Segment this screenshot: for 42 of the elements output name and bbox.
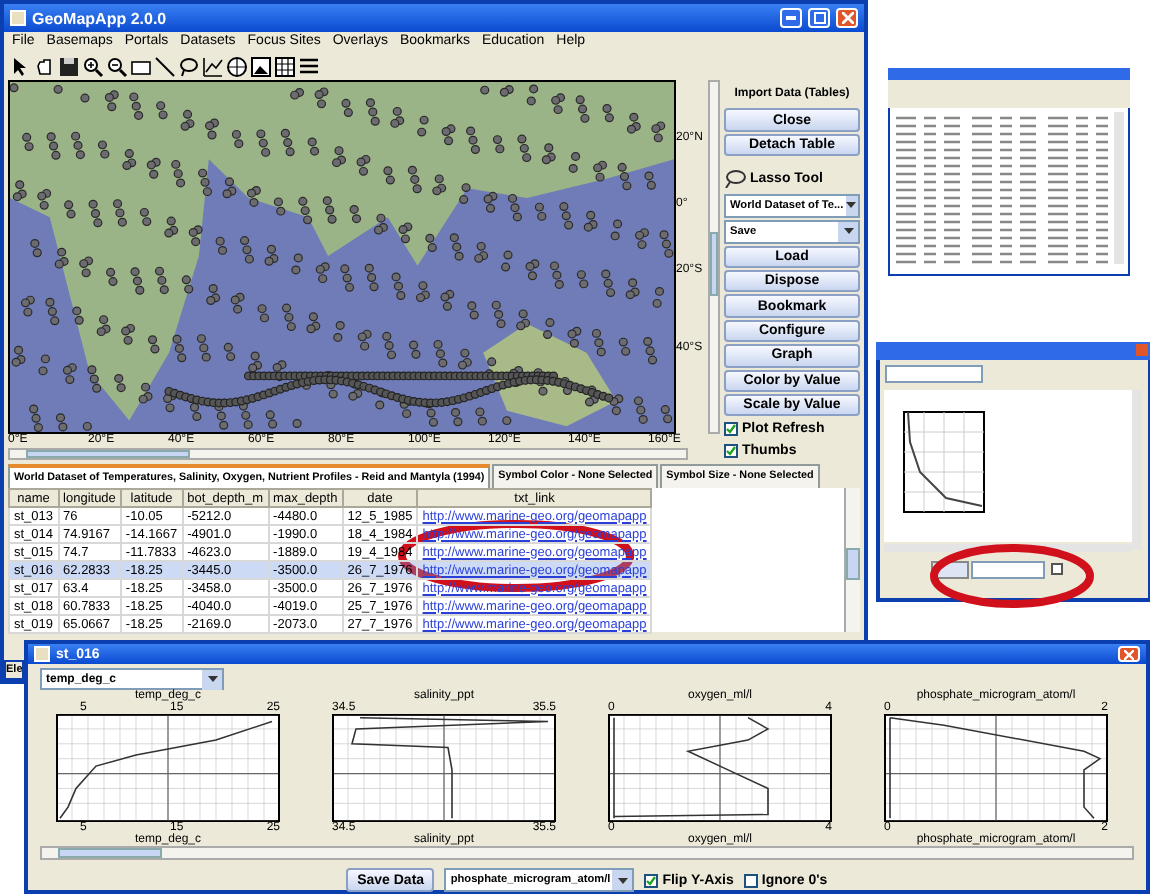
save-icon <box>58 56 80 78</box>
close-icon <box>1124 649 1134 659</box>
zoom-out-icon <box>106 56 128 78</box>
vertical-scrollbar[interactable] <box>844 488 860 632</box>
lasso-icon <box>178 56 200 78</box>
caret-icon <box>617 877 628 883</box>
grid-icon <box>274 56 296 78</box>
toolbar-button[interactable] <box>58 56 80 78</box>
horizontal-scrollbar[interactable] <box>8 448 688 460</box>
maximize-icon <box>813 12 825 24</box>
check-icon <box>646 875 657 885</box>
close-icon <box>841 12 853 24</box>
close-button[interactable] <box>1118 646 1140 662</box>
chart-icon <box>202 56 224 78</box>
toolbar-button[interactable] <box>202 56 224 78</box>
window-title: GeoMapApp 2.0.0 <box>32 9 169 27</box>
toolbar-button[interactable] <box>274 56 296 78</box>
caret-icon <box>846 202 857 208</box>
minimize-icon <box>786 16 796 20</box>
close-button[interactable] <box>836 8 858 28</box>
line-icon <box>154 56 176 78</box>
rectangle-icon <box>130 56 152 78</box>
toolbar-button[interactable] <box>154 56 176 78</box>
app-icon <box>34 646 50 662</box>
image-icon <box>250 56 272 78</box>
toolbar-button[interactable] <box>130 56 152 78</box>
maximize-button[interactable] <box>808 8 830 28</box>
caret-icon <box>843 228 853 234</box>
map-drawing[interactable] <box>8 80 676 434</box>
lasso-icon <box>724 170 746 189</box>
horizontal-scrollbar[interactable] <box>40 846 1134 860</box>
toolbar-button[interactable] <box>178 56 200 78</box>
toolbar-button[interactable] <box>106 56 128 78</box>
caret-icon <box>207 676 217 682</box>
toolbar-button[interactable] <box>82 56 104 78</box>
minimize-button[interactable] <box>780 8 802 28</box>
vertical-scrollbar[interactable] <box>708 80 720 434</box>
toolbar-button[interactable] <box>250 56 272 78</box>
toolbar-button[interactable] <box>298 56 320 78</box>
list-icon <box>298 56 320 78</box>
app-icon <box>10 10 26 26</box>
zoom-in-icon <box>82 56 104 78</box>
